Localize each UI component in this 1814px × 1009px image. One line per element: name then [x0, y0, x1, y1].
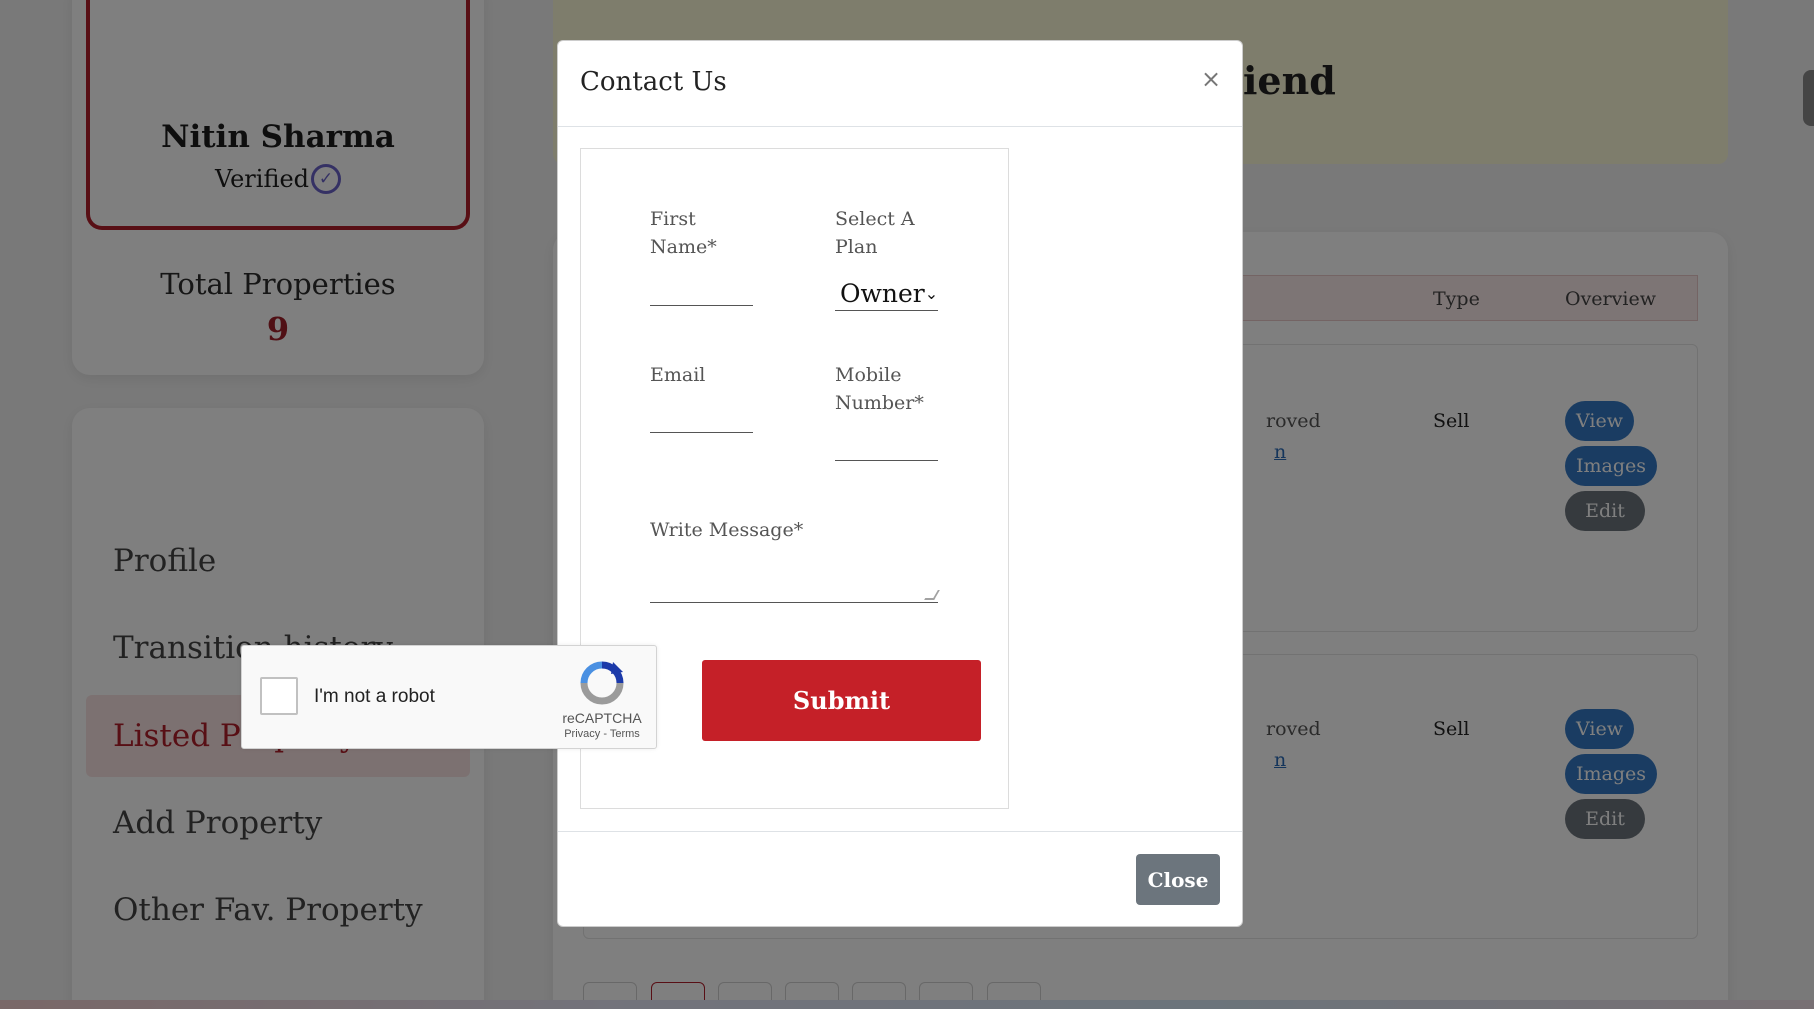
- first-name-label: First Name*: [650, 208, 717, 258]
- plan-select[interactable]: Owner ⌄: [835, 277, 938, 311]
- resize-grip-icon[interactable]: [924, 590, 940, 600]
- recaptcha-brand: reCAPTCHA: [562, 710, 642, 726]
- privacy-link[interactable]: Privacy: [564, 728, 600, 740]
- mobile-label: Mobile Number*: [835, 364, 924, 414]
- recaptcha-label: I'm not a robot: [314, 686, 435, 707]
- terms-link[interactable]: Terms: [610, 728, 640, 740]
- modal-header: Contact Us ×: [558, 41, 1242, 127]
- chevron-down-icon: ⌄: [924, 284, 938, 303]
- link-separator: -: [600, 728, 610, 740]
- message-label: Write Message*: [650, 519, 804, 541]
- contact-modal: Contact Us × First Name* Select A Plan O…: [557, 40, 1243, 927]
- first-name-field[interactable]: [650, 276, 753, 306]
- email-field[interactable]: [650, 403, 753, 433]
- plan-label: Select A Plan: [835, 208, 915, 258]
- plan-select-value: Owner: [840, 279, 925, 308]
- recaptcha-checkbox[interactable]: [260, 677, 298, 715]
- recaptcha-links: Privacy - Terms: [548, 728, 656, 740]
- close-button[interactable]: Close: [1136, 854, 1220, 905]
- recaptcha-logo-icon: [580, 661, 624, 705]
- submit-button[interactable]: Submit: [702, 660, 981, 741]
- close-icon[interactable]: ×: [1201, 65, 1221, 93]
- message-textarea[interactable]: [650, 567, 940, 603]
- email-label: Email: [650, 364, 706, 386]
- modal-title: Contact Us: [580, 67, 727, 97]
- modal-footer: Close: [558, 831, 1242, 928]
- mobile-field[interactable]: [835, 431, 938, 461]
- recaptcha-widget: I'm not a robot reCAPTCHA Privacy - Term…: [241, 645, 657, 749]
